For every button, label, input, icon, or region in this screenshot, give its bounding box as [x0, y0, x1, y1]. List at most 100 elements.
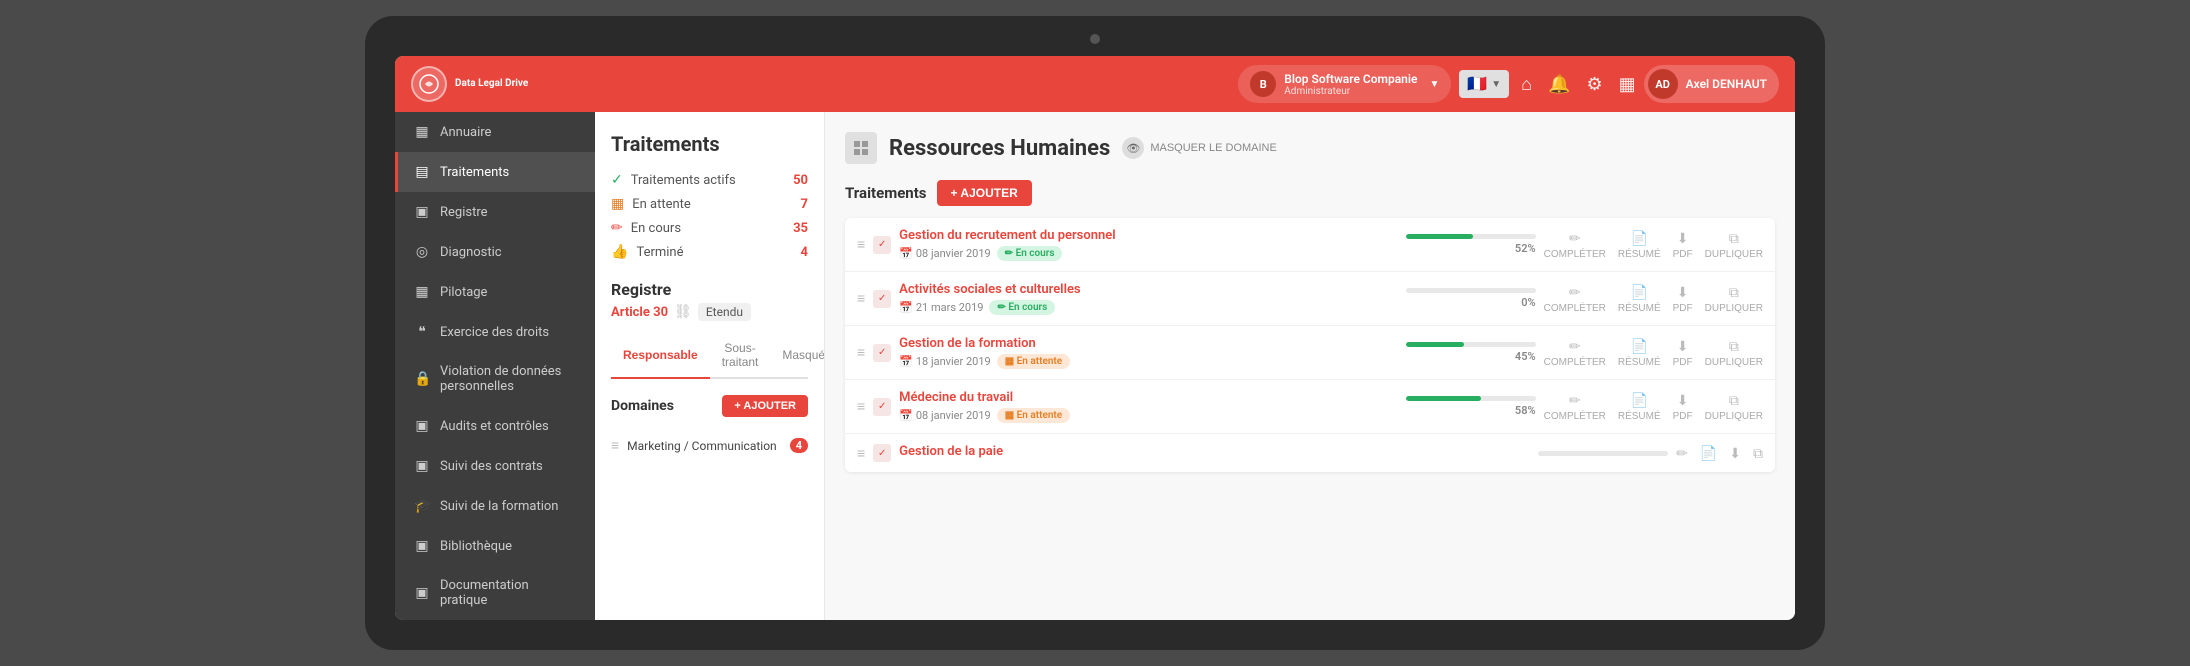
table-row: ≡ ✓ Médecine du travail 📅 08 janvier 201… [845, 380, 1775, 434]
row-checkbox[interactable]: ✓ [873, 236, 891, 254]
resume-button[interactable]: 📄RÉSUMÉ [1618, 284, 1661, 314]
resume-icon: 📄 [1700, 445, 1717, 462]
language-selector[interactable]: 🇫🇷 ▼ [1459, 70, 1509, 98]
gear-icon[interactable]: ⚙ [1586, 74, 1602, 95]
treatment-name[interactable]: Gestion de la paie [899, 444, 1530, 459]
treatment-name[interactable]: Gestion de la formation [899, 336, 1397, 351]
domain-row-marketing[interactable]: ≡ Marketing / Communication 4 [611, 429, 808, 462]
complete-icon: ✏ [1569, 392, 1581, 409]
pdf-button[interactable]: ⬇PDF [1673, 230, 1693, 260]
progress-fill [1406, 234, 1474, 239]
complete-button[interactable]: ✏COMPLÉTER [1544, 392, 1606, 422]
duplicate-icon: ⧉ [1729, 338, 1739, 355]
treatment-name[interactable]: Médecine du travail [899, 390, 1397, 405]
table-row: ≡ ✓ Gestion de la formation 📅 18 janvier… [845, 326, 1775, 380]
treatment-name[interactable]: Gestion du recrutement du personnel [899, 228, 1397, 243]
duplicate-button[interactable]: ⧉DUPLIQUER [1705, 392, 1763, 422]
progress-bar [1538, 451, 1668, 456]
mask-label: MASQUER LE DOMAINE [1150, 142, 1277, 154]
sidebar-item-documentation[interactable]: ▣ Documentation pratique [395, 566, 595, 620]
sidebar-item-annuaire[interactable]: ▦ Annuaire [395, 112, 595, 152]
tab-masque[interactable]: Masqué [770, 333, 825, 379]
treatment-actions: ✏COMPLÉTER 📄RÉSUMÉ ⬇PDF ⧉DUPLIQUER [1544, 338, 1763, 368]
duplicate-button[interactable]: ⧉DUPLIQUER [1705, 284, 1763, 314]
treatment-actions: ✏COMPLÉTER 📄RÉSUMÉ ⬇PDF ⧉DUPLIQUER [1544, 230, 1763, 260]
right-panel: Ressources Humaines 👁 MASQUER LE DOMAINE… [825, 112, 1795, 620]
grid-view-button[interactable] [845, 132, 877, 164]
progress-bar [1406, 288, 1536, 293]
tab-sous-traitant[interactable]: Sous-traitant [710, 333, 771, 379]
duplicate-icon: ⧉ [1729, 230, 1739, 247]
complete-button[interactable]: ✏COMPLÉTER [1544, 284, 1606, 314]
documentation-icon: ▣ [414, 585, 430, 601]
add-treatment-button[interactable]: + AJOUTER [937, 180, 1032, 206]
row-checkbox[interactable]: ✓ [873, 444, 891, 462]
resume-button[interactable]: 📄RÉSUMÉ [1618, 230, 1661, 260]
sidebar-item-diagnostic[interactable]: ◎ Diagnostic [395, 232, 595, 272]
treatment-meta: 📅 08 janvier 2019 ▦ En attente [899, 408, 1397, 423]
panel-title: Traitements [611, 132, 808, 156]
resume-button[interactable]: 📄 [1700, 445, 1717, 462]
row-checkbox[interactable]: ✓ [873, 398, 891, 416]
complete-button[interactable]: ✏COMPLÉTER [1544, 338, 1606, 368]
treatment-actions: ✏COMPLÉTER 📄RÉSUMÉ ⬇PDF ⧉DUPLIQUER [1544, 392, 1763, 422]
main-layout: ▦ Annuaire ▤ Traitements ▣ Registre ◎ Di… [395, 112, 1795, 620]
sidebar-item-traitements[interactable]: ▤ Traitements [395, 152, 595, 192]
sidebar-item-registre[interactable]: ▣ Registre [395, 192, 595, 232]
row-checkbox[interactable]: ✓ [873, 344, 891, 362]
add-domain-button[interactable]: + AJOUTER [722, 395, 808, 417]
sidebar-item-pilotage[interactable]: ▦ Pilotage [395, 272, 595, 312]
complete-button[interactable]: ✏ [1676, 445, 1688, 462]
pdf-icon: ⬇ [1729, 445, 1741, 462]
treatment-name[interactable]: Activités sociales et culturelles [899, 282, 1397, 297]
sidebar-item-violation[interactable]: 🔒 Violation de données personnelles [395, 352, 595, 406]
treatment-date: 📅 08 janvier 2019 [899, 247, 991, 260]
complete-icon: ✏ [1569, 230, 1581, 247]
resume-icon: 📄 [1631, 230, 1648, 247]
sidebar-item-formation[interactable]: 🎓 Suivi de la formation [395, 486, 595, 526]
duplicate-icon: ⧉ [1729, 284, 1739, 301]
stat-attente-icon: ▦ [611, 196, 624, 212]
company-pill[interactable]: B Blop Software Companie Administrateur … [1238, 65, 1451, 103]
sidebar-item-droits[interactable]: ❝ Exercice des droits [395, 312, 595, 352]
complete-icon: ✏ [1569, 284, 1581, 301]
sidebar-item-audits[interactable]: ▣ Audits et contrôles [395, 406, 595, 446]
sidebar-item-bibliotheque[interactable]: ▣ Bibliothèque [395, 526, 595, 566]
status-badge: ✏ En cours [989, 300, 1055, 315]
row-checkbox[interactable]: ✓ [873, 290, 891, 308]
duplicate-button[interactable]: ⧉ [1753, 445, 1763, 462]
duplicate-button[interactable]: ⧉DUPLIQUER [1705, 338, 1763, 368]
pdf-button[interactable]: ⬇PDF [1673, 284, 1693, 314]
treatment-meta: 📅 18 janvier 2019 ▦ En attente [899, 354, 1397, 369]
pdf-button[interactable]: ⬇PDF [1673, 338, 1693, 368]
treatment-progress: 58% [1406, 396, 1536, 417]
resume-button[interactable]: 📄RÉSUMÉ [1618, 392, 1661, 422]
mask-icon: 👁 [1122, 137, 1144, 159]
treatment-progress [1538, 451, 1668, 456]
stats-icon[interactable]: ▦ [1619, 74, 1636, 95]
user-pill[interactable]: AD Axel DENHAUT [1644, 65, 1779, 103]
tab-responsable[interactable]: Responsable [611, 333, 710, 379]
resume-button[interactable]: 📄RÉSUMÉ [1618, 338, 1661, 368]
sidebar-label-documentation: Documentation pratique [440, 578, 579, 608]
sidebar-label-droits: Exercice des droits [440, 325, 549, 340]
duplicate-button[interactable]: ⧉DUPLIQUER [1705, 230, 1763, 260]
pdf-button[interactable]: ⬇ [1729, 445, 1741, 462]
complete-button[interactable]: ✏COMPLÉTER [1544, 230, 1606, 260]
duplicate-icon: ⧉ [1729, 392, 1739, 409]
user-name: Axel DENHAUT [1686, 77, 1767, 91]
status-badge: ▦ En attente [997, 354, 1070, 369]
pdf-button[interactable]: ⬇PDF [1673, 392, 1693, 422]
status-badge: ✏ En cours [997, 246, 1063, 261]
drag-handle: ≡ [857, 236, 865, 253]
etendu-tag: Etendu [698, 303, 751, 321]
stat-termine: 👍 Terminé 4 [611, 244, 808, 260]
treatment-meta: 📅 08 janvier 2019 ✏ En cours [899, 246, 1397, 261]
droits-icon: ❝ [414, 324, 430, 340]
header: Data Legal Drive B Blop Software Compani… [395, 56, 1795, 112]
bibliotheque-icon: ▣ [414, 538, 430, 554]
bell-icon[interactable]: 🔔 [1548, 74, 1570, 95]
sidebar-item-contrats[interactable]: ▣ Suivi des contrats [395, 446, 595, 486]
home-icon[interactable]: ⌂ [1521, 74, 1532, 95]
mask-domain-button[interactable]: 👁 MASQUER LE DOMAINE [1122, 137, 1277, 159]
